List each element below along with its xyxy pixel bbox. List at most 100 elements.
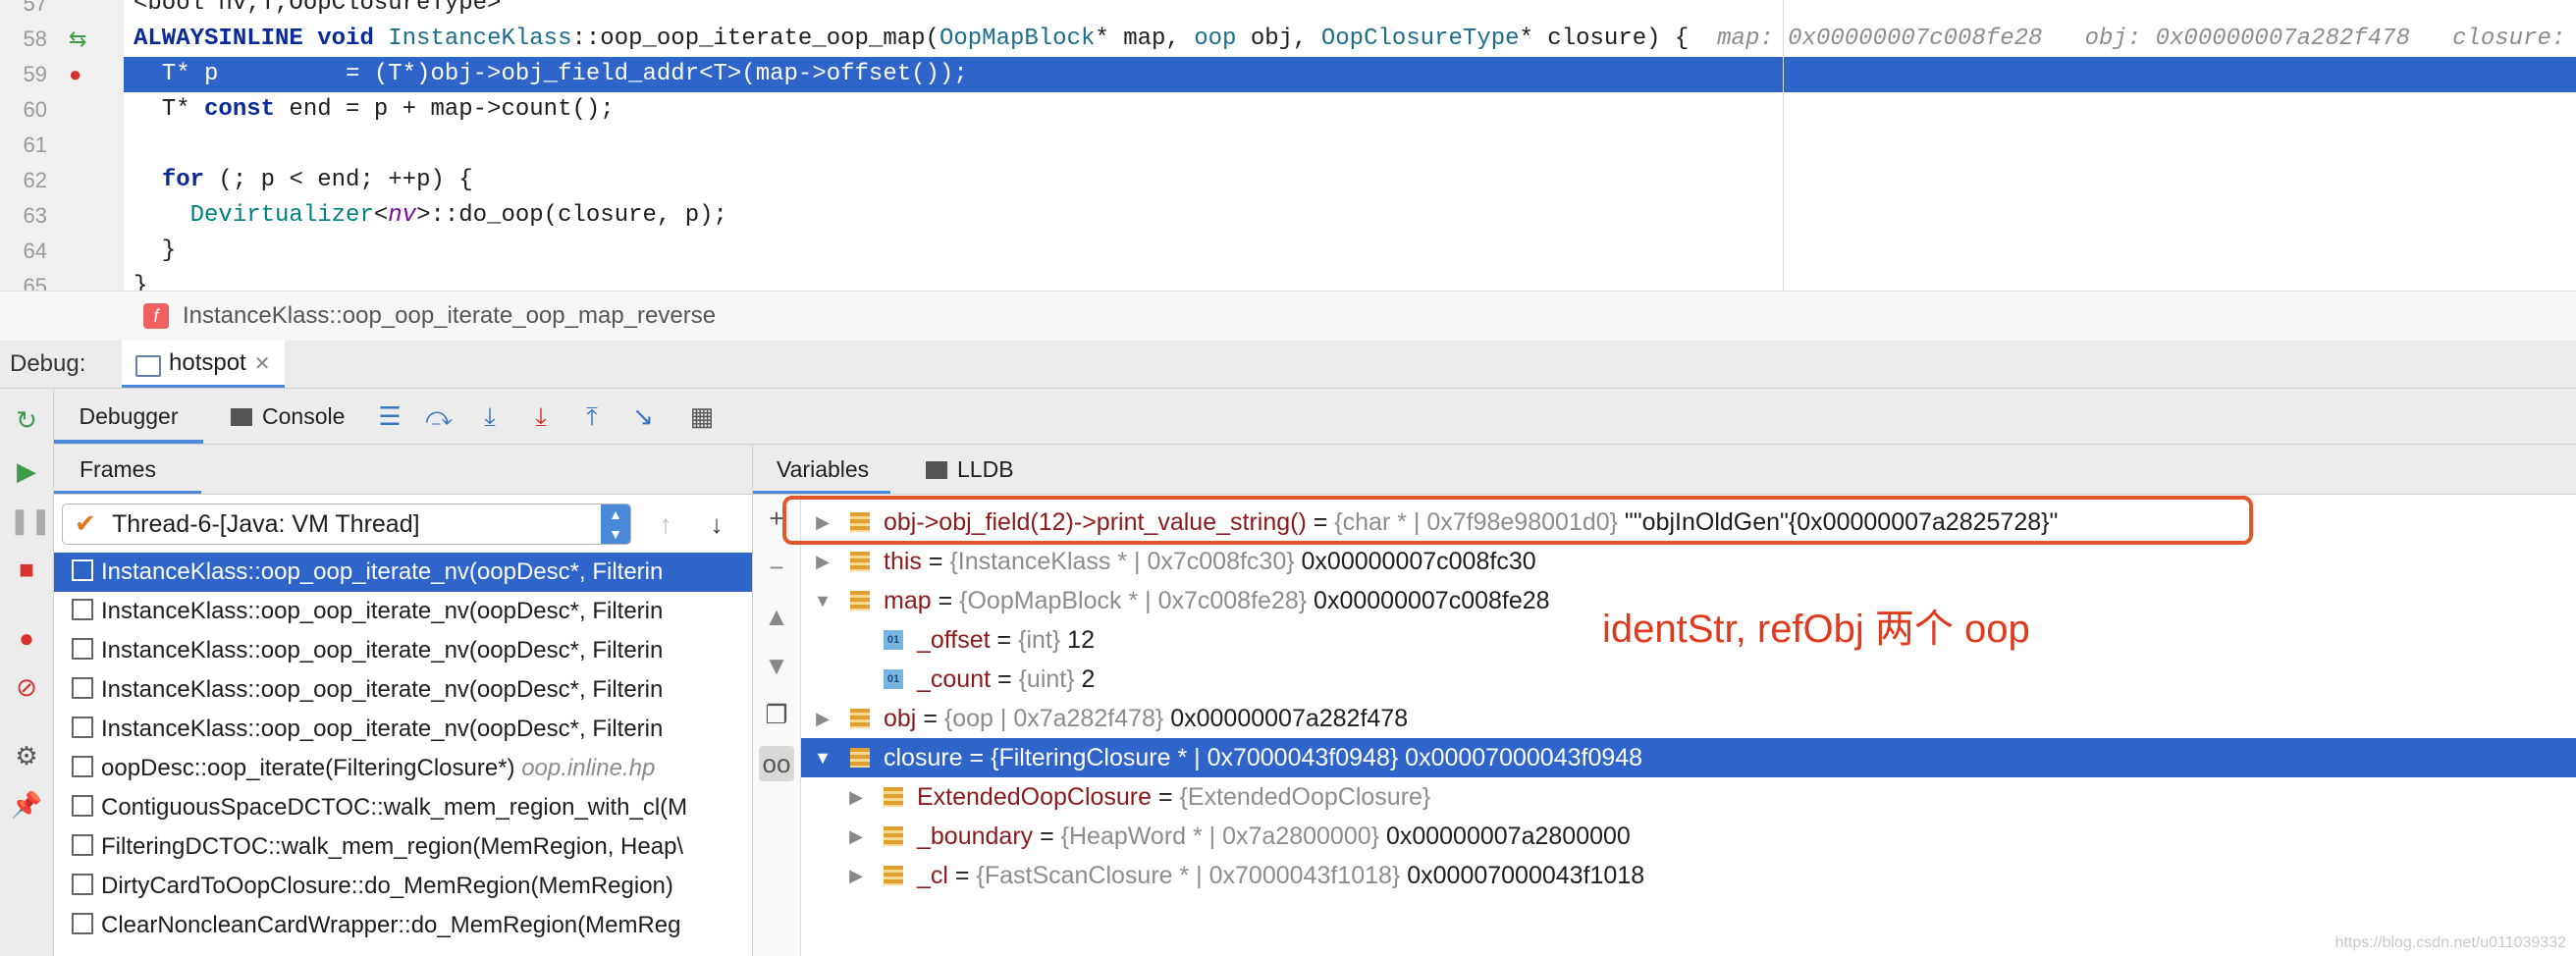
- tab-console[interactable]: Console: [231, 389, 345, 444]
- collapse-icon[interactable]: ▼: [813, 738, 832, 777]
- gutter-line[interactable]: 62: [0, 163, 124, 198]
- code-token: ALWAYSINLINE: [134, 26, 303, 52]
- line-number: 61: [23, 133, 47, 157]
- session-tab-hotspot[interactable]: hotspot ✕: [122, 341, 285, 388]
- code-text: Devirtualizer<nv>::do_oop(closure, p);: [134, 198, 727, 234]
- frame-icon: [72, 756, 93, 777]
- tab-debugger[interactable]: Debugger: [54, 389, 203, 444]
- variable-row[interactable]: ▶ obj = {oop | 0x7a282f478} 0x00000007a28…: [801, 699, 2576, 738]
- code-line[interactable]: Devirtualizer<nv>::do_oop(closure, p);: [124, 198, 2576, 234]
- variable-entry: _offset = {int} 12: [917, 620, 1095, 660]
- frame-label: InstanceKlass::oop_oop_iterate_nv(oopDes…: [101, 558, 664, 585]
- session-icon: [135, 354, 161, 377]
- step-out-icon[interactable]: ⤒: [574, 398, 610, 434]
- code-line[interactable]: [124, 128, 2576, 163]
- code-token: InstanceKlass: [388, 26, 572, 52]
- frame-row[interactable]: InstanceKlass::oop_oop_iterate_nv(oopDes…: [54, 710, 752, 749]
- pause-icon[interactable]: ❚❚: [9, 503, 52, 538]
- code-token: OopClosureType: [1320, 26, 1520, 52]
- gutter-line[interactable]: 64: [0, 234, 124, 269]
- frame-row[interactable]: ContiguousSpaceDCTOC::walk_mem_region_wi…: [54, 788, 752, 827]
- gutter-line[interactable]: 57: [0, 0, 124, 22]
- frame-row[interactable]: ClearNoncleanCardWrapper::do_MemRegion(M…: [54, 906, 752, 945]
- frame-row[interactable]: FilteringDCTOC::walk_mem_region(MemRegio…: [54, 827, 752, 867]
- frame-row[interactable]: DirtyCardToOopClosure::do_MemRegion(MemR…: [54, 867, 752, 906]
- expand-icon[interactable]: ▶: [813, 699, 832, 738]
- force-step-into-icon[interactable]: ⤓: [523, 398, 559, 434]
- code-text: for (; p < end; ++p) {: [134, 163, 473, 198]
- variable-row[interactable]: ▶ this = {InstanceKlass * | 0x7c008fc30} …: [801, 542, 2576, 581]
- breakpoint-icon[interactable]: ●: [69, 57, 81, 92]
- collapse-icon[interactable]: ▼: [813, 581, 832, 620]
- variable-value: 2: [1074, 665, 1096, 693]
- gutter-line[interactable]: 60: [0, 92, 124, 128]
- stop-icon[interactable]: ■: [9, 552, 44, 587]
- equals-sign: =: [991, 665, 1019, 693]
- breadcrumb-label: InstanceKlass::oop_oop_iterate_oop_map_r…: [183, 302, 717, 329]
- previous-frame-icon[interactable]: ↑: [647, 505, 684, 543]
- expand-icon[interactable]: ▶: [846, 817, 866, 856]
- code-line[interactable]: ALWAYSINLINE void InstanceKlass::oop_oop…: [124, 22, 2576, 57]
- gutter-line[interactable]: 58 ⇆: [0, 22, 124, 57]
- run-to-cursor-icon[interactable]: ↘: [625, 398, 661, 434]
- code-line[interactable]: T* const end = p + map->count();: [124, 92, 2576, 128]
- override-icon[interactable]: ⇆: [69, 22, 86, 57]
- frame-row[interactable]: InstanceKlass::oop_oop_iterate_nv(oopDes…: [54, 592, 752, 631]
- code-editor[interactable]: 57 58 ⇆ 59 ● 60 61 62 63 64 65 <bool nv,T,OopClosu…: [0, 0, 2576, 291]
- breakpoints-icon[interactable]: ●: [9, 620, 44, 656]
- variable-row[interactable]: ▼ closure = {FilteringClosure * | 0x70000…: [801, 738, 2576, 777]
- chevron-updown-icon: ▲ ▼: [601, 505, 630, 544]
- pin-icon[interactable]: 📌: [9, 787, 44, 823]
- remove-watch-icon[interactable]: −: [759, 550, 794, 585]
- variable-row[interactable]: 01 _count = {uint} 2: [801, 660, 2576, 699]
- code-line[interactable]: }: [124, 269, 2576, 291]
- variable-row[interactable]: ▶ _boundary = {HeapWord * | 0x7a2800000} …: [801, 817, 2576, 856]
- gutter-line[interactable]: 61: [0, 128, 124, 163]
- resume-icon[interactable]: ▶: [9, 453, 44, 489]
- code-line[interactable]: for (; p < end; ++p) {: [124, 163, 2576, 198]
- show-watches-icon[interactable]: oo: [759, 746, 794, 781]
- move-up-icon[interactable]: ▲: [759, 599, 794, 634]
- gutter-line[interactable]: 65: [0, 269, 124, 291]
- frame-row[interactable]: InstanceKlass::oop_oop_iterate_nv(oopDes…: [54, 670, 752, 710]
- next-frame-icon[interactable]: ↓: [698, 505, 735, 543]
- frame-row[interactable]: InstanceKlass::oop_oop_iterate_nv(oopDes…: [54, 553, 752, 592]
- code-line[interactable]: <bool nv,T,OopClosureType>: [124, 0, 2576, 22]
- mute-breakpoints-icon[interactable]: ⊘: [9, 669, 44, 705]
- line-number: 64: [23, 239, 47, 263]
- evaluate-icon[interactable]: ▦: [684, 398, 720, 434]
- thread-selector[interactable]: ✔ Thread-6-[Java: VM Thread] ▲ ▼: [62, 504, 631, 545]
- editor-gutter[interactable]: 57 58 ⇆ 59 ● 60 61 62 63 64 65: [0, 0, 124, 291]
- variable-row[interactable]: ▶ _cl = {FastScanClosure * | 0x7000043f10…: [801, 856, 2576, 895]
- close-icon[interactable]: ✕: [254, 353, 271, 375]
- rerun-icon[interactable]: ↻: [9, 402, 44, 438]
- move-down-icon[interactable]: ▼: [759, 648, 794, 683]
- settings-icon[interactable]: ⚙: [9, 738, 44, 773]
- step-into-icon[interactable]: ⤓: [472, 398, 508, 434]
- menu-icon[interactable]: ☰: [372, 398, 407, 434]
- tab-variables[interactable]: Variables: [777, 445, 869, 494]
- expand-icon[interactable]: ▶: [846, 856, 866, 895]
- frame-row[interactable]: oopDesc::oop_iterate(FilteringClosure*) …: [54, 749, 752, 788]
- tab-lldb[interactable]: LLDB: [926, 445, 1014, 494]
- frame-row[interactable]: InstanceKlass::oop_oop_iterate_nv(oopDes…: [54, 631, 752, 670]
- gutter-line[interactable]: 59 ●: [0, 57, 124, 92]
- frames-panel: Frames ✔ Thread-6-[Java: VM Thread] ▲ ▼ ↑…: [54, 445, 753, 956]
- code-token: T*: [134, 96, 205, 123]
- code-text: <bool nv,T,OopClosureType>: [134, 0, 502, 17]
- expand-icon[interactable]: ▶: [813, 542, 832, 581]
- variable-name: this: [884, 548, 922, 575]
- expand-icon[interactable]: ▶: [846, 777, 866, 817]
- frame-label: oopDesc::oop_iterate(FilteringClosure*): [101, 755, 522, 781]
- variable-type: {FastScanClosure * | 0x7000043f1018}: [976, 862, 1401, 889]
- code-line[interactable]: }: [124, 234, 2576, 269]
- duplicate-icon[interactable]: ❐: [759, 697, 794, 732]
- variable-entry: _count = {uint} 2: [917, 660, 1095, 699]
- gutter-line[interactable]: 63: [0, 198, 124, 234]
- step-over-icon[interactable]: ⤼: [421, 398, 456, 434]
- variable-value: 0x00000007c008fe28: [1307, 587, 1550, 614]
- execution-line[interactable]: T* p = (T*)obj->obj_field_addr<T>(map->o…: [124, 57, 2576, 92]
- variable-row[interactable]: ▶ ExtendedOopClosure = {ExtendedOopClosur…: [801, 777, 2576, 817]
- breadcrumb[interactable]: f InstanceKlass::oop_oop_iterate_oop_map…: [0, 291, 2576, 342]
- code-token: (; p < end; ++p) {: [204, 167, 473, 193]
